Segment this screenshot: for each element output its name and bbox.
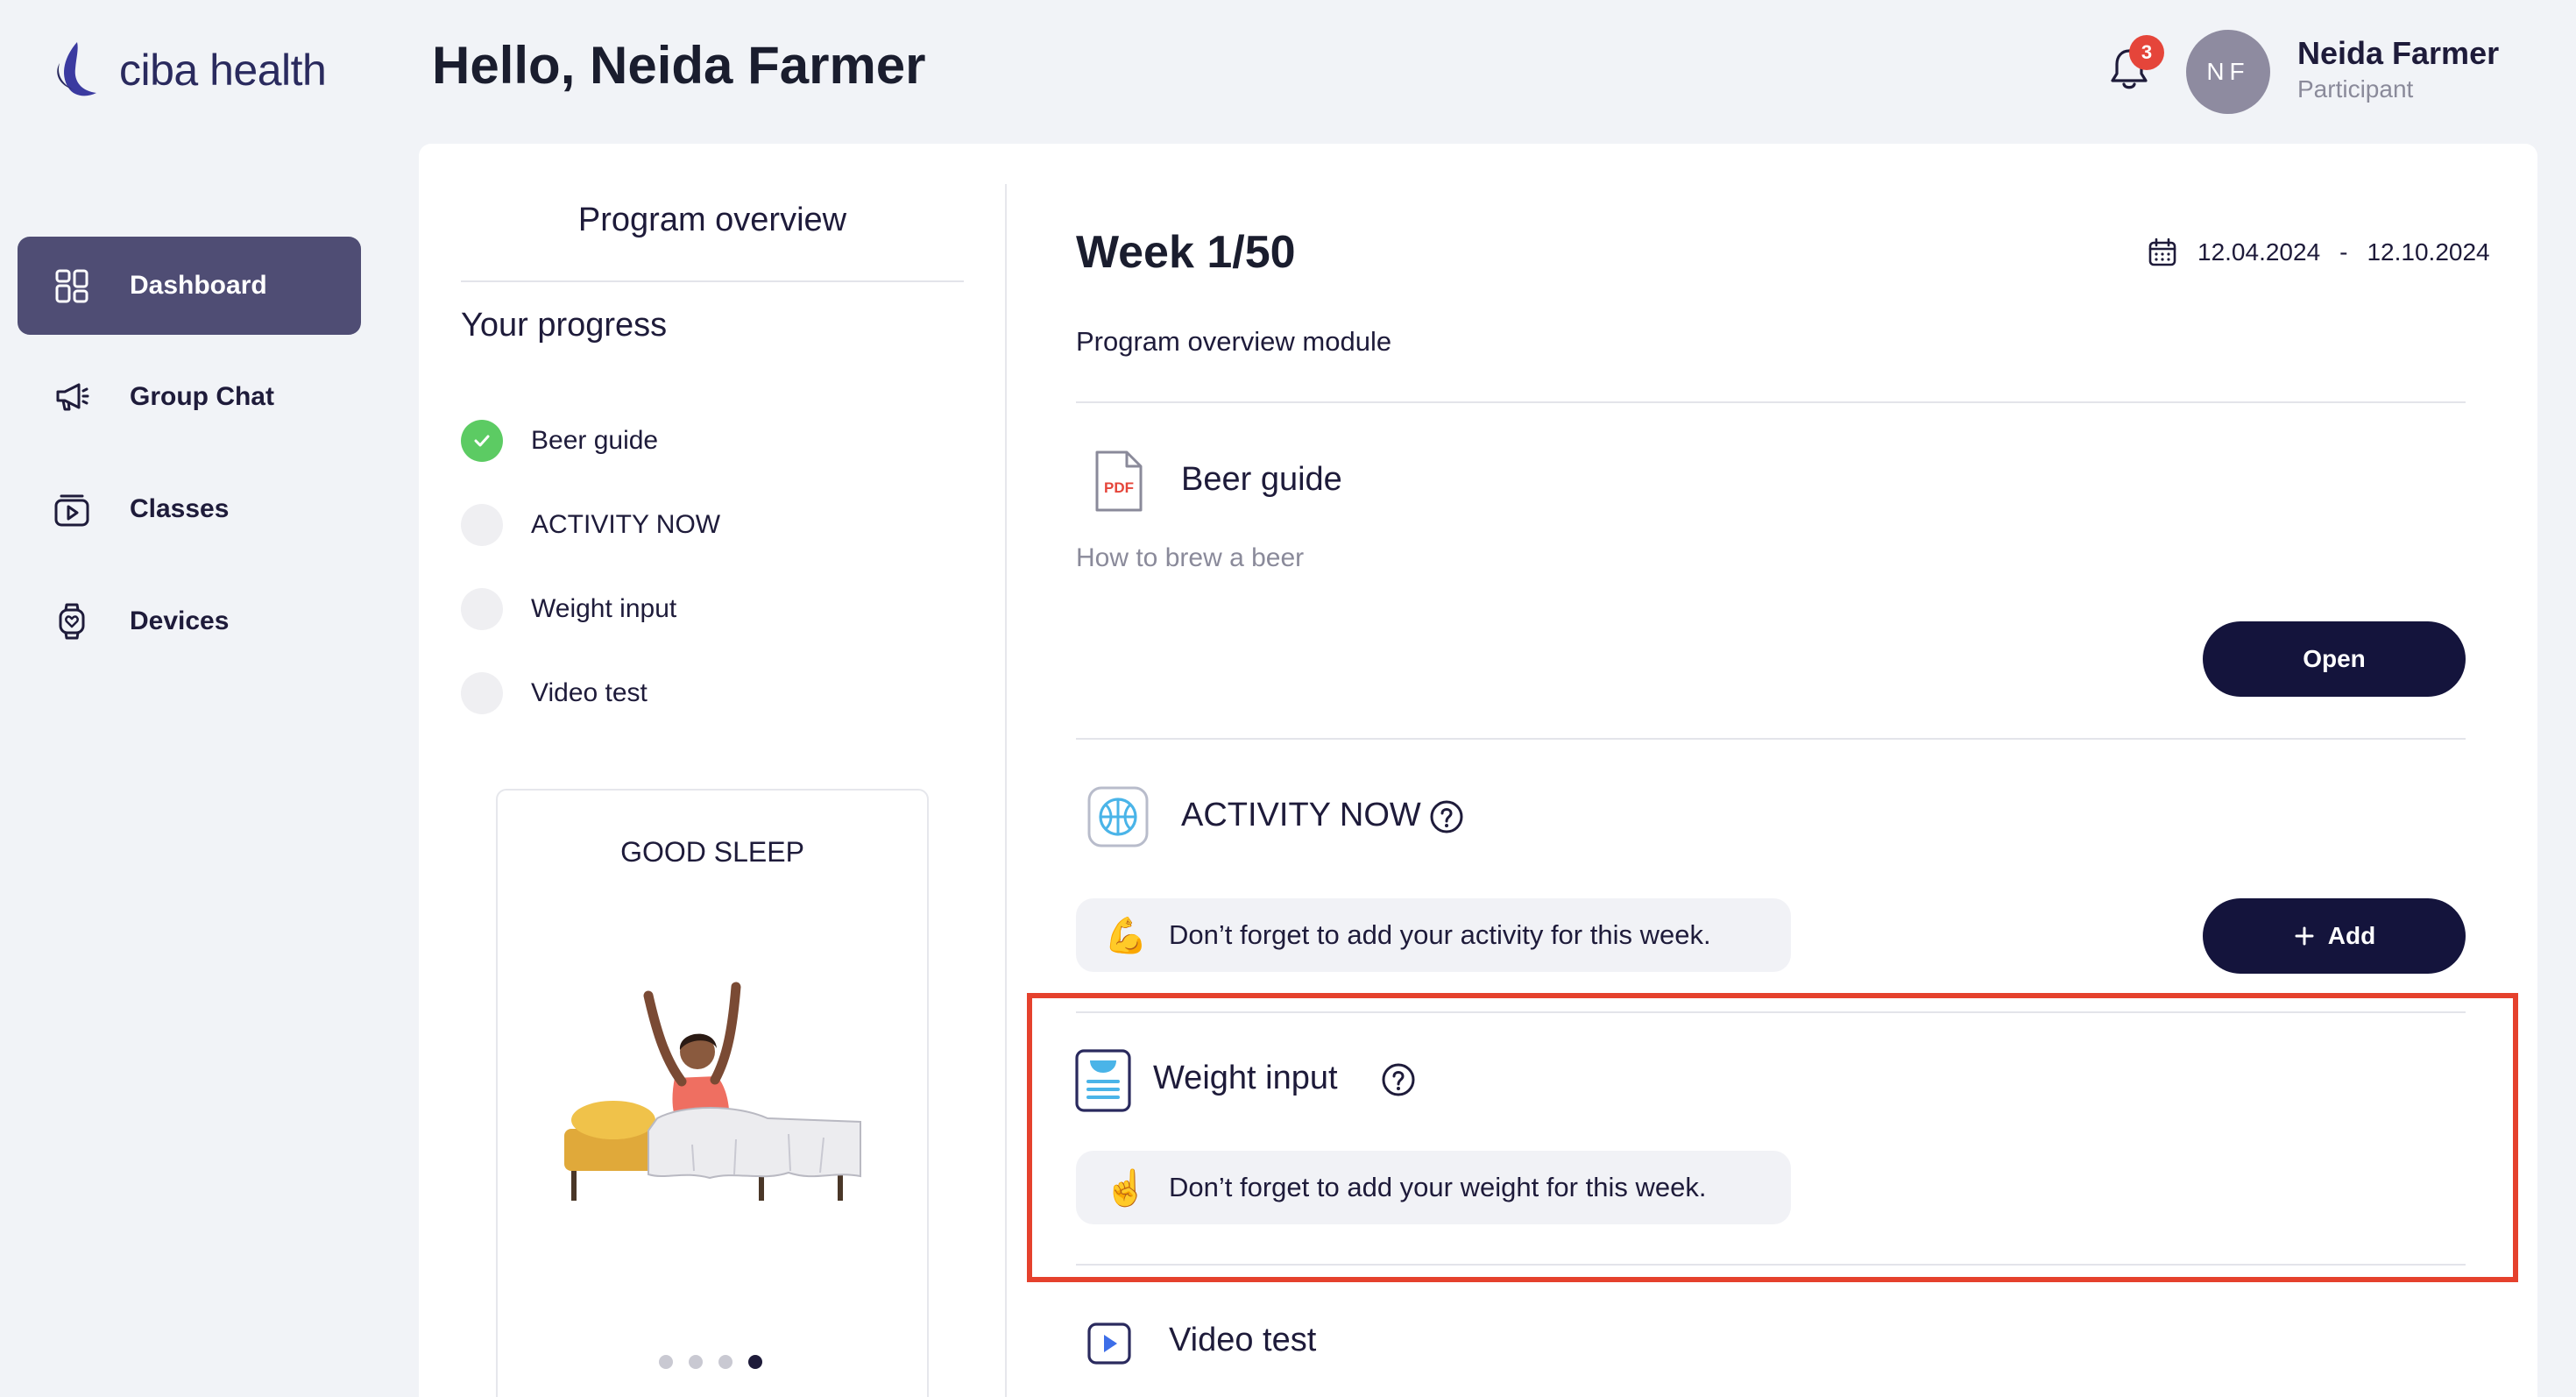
empty-circle-icon xyxy=(461,588,503,630)
section-title-activity: ACTIVITY NOW xyxy=(1181,797,1421,833)
activity-reminder: 💪 Don’t forget to add your activity for … xyxy=(1076,898,1791,972)
video-play-icon xyxy=(1087,1323,1131,1365)
divider xyxy=(461,280,964,282)
woman-waking-up-illustration xyxy=(564,982,861,1201)
carousel-dot[interactable] xyxy=(689,1355,703,1369)
open-button-label: Open xyxy=(2303,645,2366,672)
help-question-icon[interactable] xyxy=(1429,799,1464,834)
dashboard-icon xyxy=(55,269,88,303)
ciba-logo-icon xyxy=(57,42,96,96)
sidebar-item-classes[interactable]: Classes xyxy=(18,460,361,558)
empty-circle-icon xyxy=(461,672,503,714)
carousel-title: GOOD SLEEP xyxy=(620,836,804,868)
megaphone-icon xyxy=(56,383,89,411)
user-avatar[interactable]: NF xyxy=(2186,30,2270,114)
module-label: Program overview module xyxy=(1076,326,1392,357)
carousel-dot[interactable] xyxy=(718,1355,732,1369)
progress-item-activity-now[interactable]: ACTIVITY NOW xyxy=(461,504,720,546)
empty-circle-icon xyxy=(461,504,503,546)
progress-item-beer-guide[interactable]: Beer guide xyxy=(461,420,658,462)
check-circle-icon xyxy=(461,420,503,462)
play-folder-icon xyxy=(54,494,89,527)
user-role: Participant xyxy=(2297,75,2414,103)
flexed-biceps-icon: 💪 xyxy=(1104,916,1148,955)
user-name[interactable]: Neida Farmer xyxy=(2297,35,2499,72)
page-greeting: Hello, Neida Farmer xyxy=(432,36,926,95)
sidebar-item-dashboard[interactable]: Dashboard xyxy=(18,237,361,335)
sidebar-item-label: Classes xyxy=(130,494,230,523)
open-button[interactable]: Open xyxy=(2203,621,2466,697)
program-overview-title: Program overview xyxy=(577,202,847,238)
brand-logo[interactable]: ciba health xyxy=(47,39,327,102)
add-button-label: Add xyxy=(2327,922,2376,949)
section-title-video: Video test xyxy=(1169,1322,1317,1358)
notification-count-badge: 3 xyxy=(2129,35,2164,70)
weight-section-highlight xyxy=(1027,993,2518,1282)
column-divider xyxy=(1005,184,1007,1397)
brand-name: ciba health xyxy=(119,46,327,95)
divider xyxy=(1076,738,2466,740)
watch-icon xyxy=(59,603,85,640)
sidebar-item-group-chat[interactable]: Group Chat xyxy=(18,348,361,446)
date-start: 12.04.2024 xyxy=(2197,238,2321,266)
progress-item-label: Beer guide xyxy=(531,426,659,455)
progress-title: Your progress xyxy=(461,307,668,344)
sidebar-item-devices[interactable]: Devices xyxy=(18,572,361,670)
section-subtitle-beer-guide: How to brew a beer xyxy=(1076,543,1305,572)
progress-item-label: Weight input xyxy=(531,594,677,623)
svg-text:PDF: PDF xyxy=(1104,479,1134,496)
carousel-dot-active[interactable] xyxy=(748,1355,762,1369)
sidebar-item-label: Dashboard xyxy=(130,271,267,300)
pdf-file-icon: PDF xyxy=(1095,450,1143,512)
date-separator: - xyxy=(2339,238,2348,266)
week-title: Week 1/50 xyxy=(1076,227,1296,278)
sidebar-item-label: Devices xyxy=(130,606,230,635)
divider xyxy=(1076,401,2466,403)
carousel-pagination xyxy=(659,1355,762,1369)
add-activity-button[interactable]: Add xyxy=(2203,898,2466,974)
progress-item-label: Video test xyxy=(531,678,648,707)
plus-icon xyxy=(2295,926,2314,946)
calendar-icon xyxy=(2148,238,2176,266)
sidebar-item-label: Group Chat xyxy=(130,382,274,411)
basketball-icon xyxy=(1087,786,1149,847)
section-title-beer-guide: Beer guide xyxy=(1181,461,1342,498)
progress-item-label: ACTIVITY NOW xyxy=(531,510,721,539)
progress-item-weight-input[interactable]: Weight input xyxy=(461,588,676,630)
date-end: 12.10.2024 xyxy=(2367,238,2490,266)
date-range: 12.04.2024 - 12.10.2024 xyxy=(2147,237,2490,268)
progress-item-video-test[interactable]: Video test xyxy=(461,672,648,714)
activity-reminder-text: Don’t forget to add your activity for th… xyxy=(1169,919,1711,950)
carousel-dot[interactable] xyxy=(659,1355,673,1369)
